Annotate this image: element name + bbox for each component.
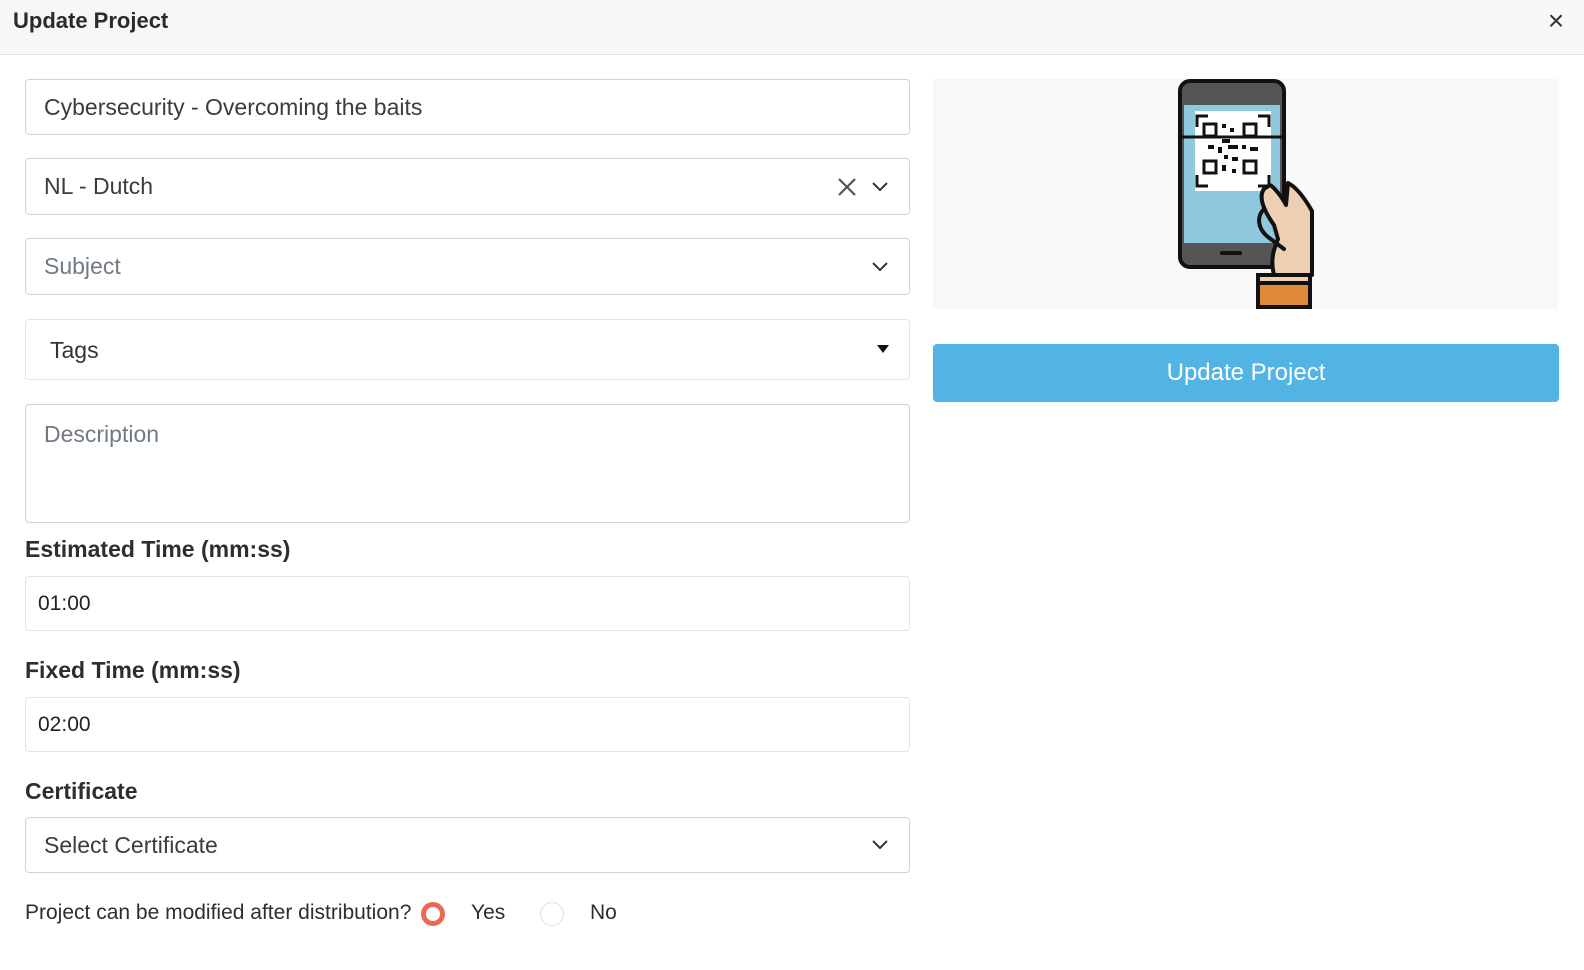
radio-yes[interactable] [421, 902, 445, 926]
chevron-down-icon[interactable] [868, 159, 892, 214]
fixed-time-label: Fixed Time (mm:ss) [25, 657, 241, 683]
close-button[interactable]: × [1543, 7, 1569, 36]
clear-icon[interactable] [834, 159, 860, 214]
chevron-down-icon[interactable] [868, 239, 892, 294]
dialog-title: Update Project [13, 8, 169, 33]
description-textarea[interactable]: Description [25, 404, 910, 523]
certificate-select[interactable]: Select Certificate [25, 817, 910, 873]
fixed-time-input[interactable]: 02:00 [25, 697, 910, 752]
radio-no[interactable] [540, 902, 564, 926]
language-select[interactable]: NL - Dutch [25, 158, 910, 215]
project-title-input[interactable]: Cybersecurity - Overcoming the baits [25, 79, 910, 135]
radio-no-label[interactable]: No [590, 901, 617, 925]
tags-select[interactable]: Tags [25, 319, 910, 380]
fixed-time-value: 02:00 [38, 713, 91, 736]
subject-placeholder: Subject [44, 253, 121, 279]
tags-placeholder: Tags [50, 337, 99, 363]
update-project-button[interactable]: Update Project [933, 344, 1559, 402]
project-title-value: Cybersecurity - Overcoming the baits [44, 94, 423, 120]
modifiable-question: Project can be modified after distributi… [25, 901, 412, 924]
radio-yes-label[interactable]: Yes [471, 901, 505, 925]
estimated-time-value: 01:00 [38, 592, 91, 615]
phone-qr-scan-icon [1178, 79, 1314, 309]
subject-select[interactable]: Subject [25, 238, 910, 295]
estimated-time-input[interactable]: 01:00 [25, 576, 910, 631]
chevron-down-icon[interactable] [868, 818, 892, 872]
certificate-placeholder: Select Certificate [44, 832, 218, 858]
caret-down-icon[interactable] [876, 342, 890, 356]
certificate-label: Certificate [25, 778, 138, 804]
project-image[interactable] [933, 79, 1558, 309]
description-placeholder: Description [44, 421, 160, 447]
estimated-time-label: Estimated Time (mm:ss) [25, 536, 291, 562]
dialog-header: Update Project × [0, 0, 1584, 55]
language-value: NL - Dutch [44, 173, 154, 199]
